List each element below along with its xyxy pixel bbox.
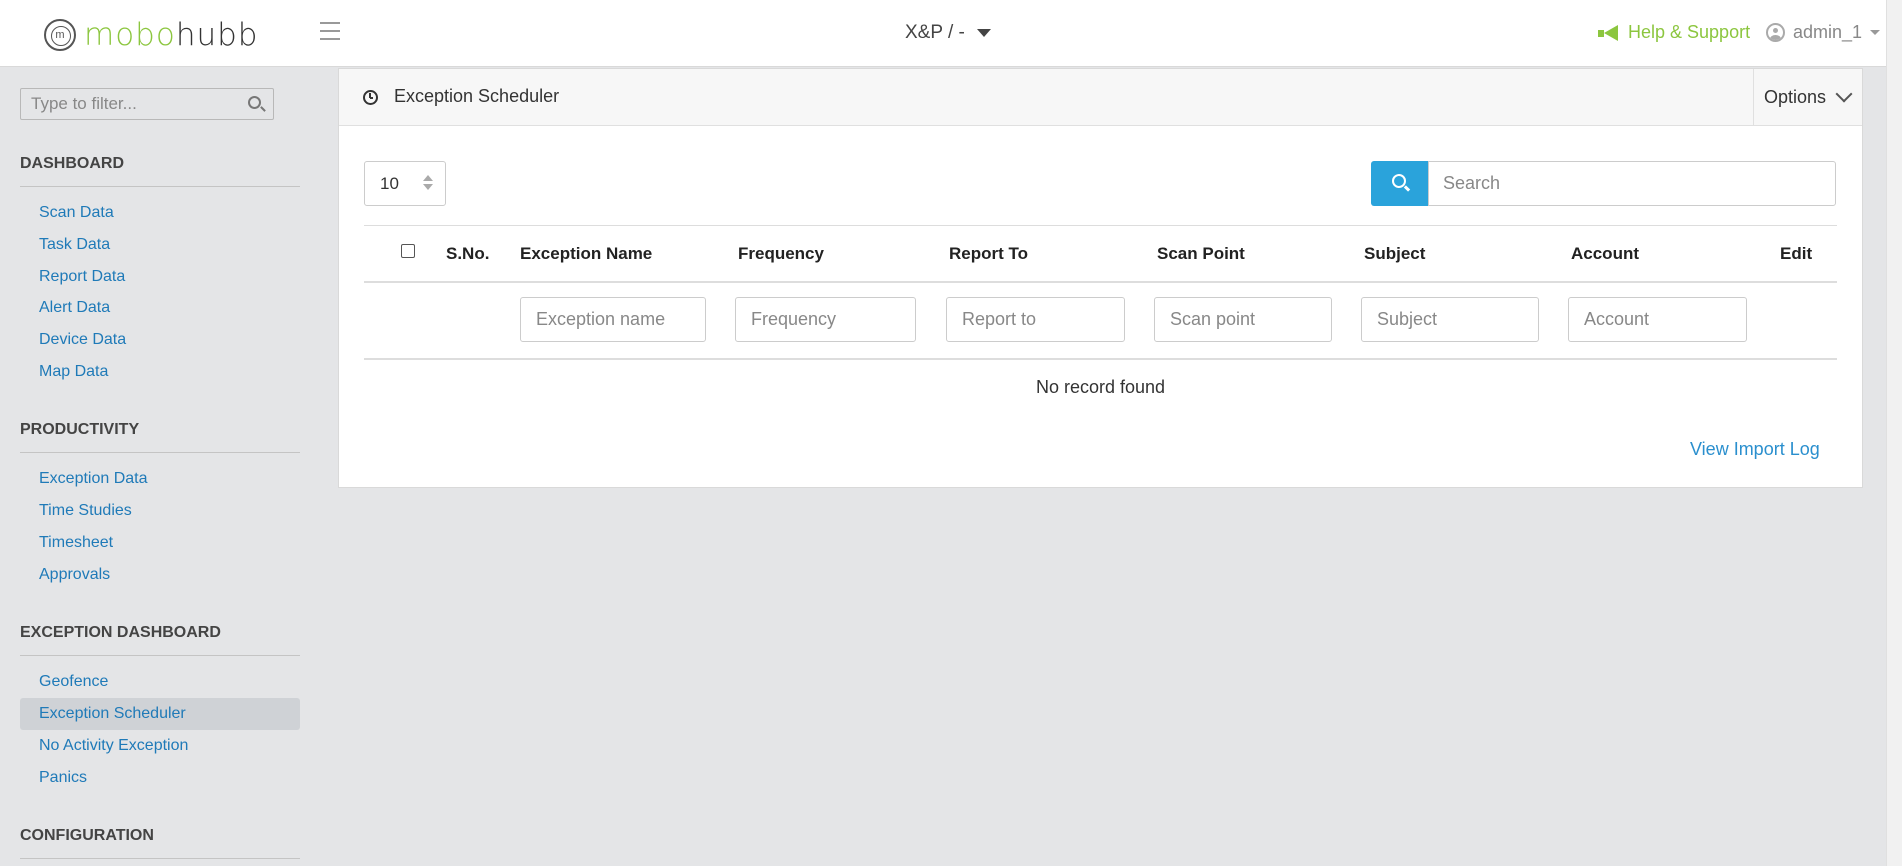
table-header: S.No. Exception Name Frequency Report To… xyxy=(364,225,1837,283)
select-all-checkbox[interactable] xyxy=(401,244,415,258)
user-menu[interactable]: admin_1 xyxy=(1766,22,1881,43)
section-productivity: PRODUCTIVITY xyxy=(20,421,300,453)
sidebar-item-report-data[interactable]: Report Data xyxy=(20,261,300,293)
sidebar-item-scan-data[interactable]: Scan Data xyxy=(20,197,300,229)
panel-header: Exception Scheduler Options xyxy=(339,69,1862,126)
column-account[interactable]: Account xyxy=(1571,244,1639,264)
help-support-link[interactable]: Help & Support xyxy=(1598,22,1750,43)
report-to-filter[interactable] xyxy=(946,297,1125,342)
column-edit: Edit xyxy=(1780,244,1813,263)
options-label: Options xyxy=(1764,86,1827,107)
sidebar-item-map-data[interactable]: Map Data xyxy=(20,356,300,388)
page-scrollbar[interactable] xyxy=(1886,0,1902,866)
column-filter-row xyxy=(364,283,1837,360)
column-subject[interactable]: Subject xyxy=(1364,244,1425,264)
account-filter[interactable] xyxy=(1568,297,1747,342)
sidebar: DASHBOARD Scan Data Task Data Report Dat… xyxy=(0,68,320,866)
options-dropdown[interactable]: Options xyxy=(1753,69,1862,125)
search-icon[interactable] xyxy=(248,96,261,109)
section-exception-dashboard: EXCEPTION DASHBOARD xyxy=(20,624,300,656)
subject-filter[interactable] xyxy=(1361,297,1539,342)
sidebar-item-exception-scheduler[interactable]: Exception Scheduler xyxy=(20,698,300,730)
exception-scheduler-panel: Exception Scheduler Options 10 S.No. Exc… xyxy=(338,68,1863,488)
sidebar-item-geofence[interactable]: Geofence xyxy=(20,666,300,698)
search-input[interactable] xyxy=(1428,161,1836,206)
section-configuration: CONFIGURATION xyxy=(20,827,300,859)
chevron-down-icon xyxy=(1835,85,1853,103)
project-selector[interactable]: X&P / - xyxy=(905,22,991,44)
logo-text: mobohubb xyxy=(84,17,259,53)
help-label: Help & Support xyxy=(1628,22,1751,42)
menu-toggle-icon[interactable] xyxy=(320,22,340,40)
sidebar-item-device-data[interactable]: Device Data xyxy=(20,324,300,356)
search-icon xyxy=(1392,174,1406,188)
user-icon xyxy=(1766,23,1785,42)
column-exception-name[interactable]: Exception Name xyxy=(520,244,652,264)
sidebar-item-time-studies[interactable]: Time Studies xyxy=(20,495,300,527)
spinner-arrows-icon xyxy=(423,175,433,190)
page-size-value: 10 xyxy=(380,174,399,193)
search-button[interactable] xyxy=(1371,161,1429,206)
sidebar-item-alert-data[interactable]: Alert Data xyxy=(20,292,300,324)
sidebar-item-task-data[interactable]: Task Data xyxy=(20,229,300,261)
logo[interactable]: m mobohubb xyxy=(44,17,258,53)
caret-down-icon xyxy=(976,29,991,37)
logo-mark-icon: m xyxy=(44,19,76,51)
top-bar: m mobohubb X&P / - Help & Support admin_… xyxy=(0,0,1902,67)
column-scan-point[interactable]: Scan Point xyxy=(1157,244,1245,264)
filter-input[interactable] xyxy=(21,89,231,119)
section-dashboard: DASHBOARD xyxy=(20,155,300,187)
page-size-select[interactable]: 10 xyxy=(364,161,446,206)
sidebar-item-no-activity-exception[interactable]: No Activity Exception xyxy=(20,730,300,762)
column-sno[interactable]: S.No. xyxy=(446,244,489,264)
scan-point-filter[interactable] xyxy=(1154,297,1332,342)
sidebar-item-approvals[interactable]: Approvals xyxy=(20,559,300,591)
page-title: Exception Scheduler xyxy=(394,86,560,106)
clock-icon xyxy=(363,90,378,105)
project-label: X&P / - xyxy=(905,22,965,43)
empty-message: No record found xyxy=(1035,377,1166,397)
username: admin_1 xyxy=(1793,22,1863,42)
caret-down-icon xyxy=(1870,30,1881,35)
column-frequency[interactable]: Frequency xyxy=(738,244,824,264)
sidebar-item-timesheet[interactable]: Timesheet xyxy=(20,527,300,559)
sidebar-item-exception-data[interactable]: Exception Data xyxy=(20,463,300,495)
exception-name-filter[interactable] xyxy=(520,297,706,342)
sidebar-filter xyxy=(20,88,274,120)
column-report-to[interactable]: Report To xyxy=(949,244,1028,264)
sidebar-item-panics[interactable]: Panics xyxy=(20,762,300,794)
view-import-log-link[interactable]: View Import Log xyxy=(1690,439,1820,460)
frequency-filter[interactable] xyxy=(735,297,916,342)
megaphone-icon xyxy=(1598,25,1618,41)
